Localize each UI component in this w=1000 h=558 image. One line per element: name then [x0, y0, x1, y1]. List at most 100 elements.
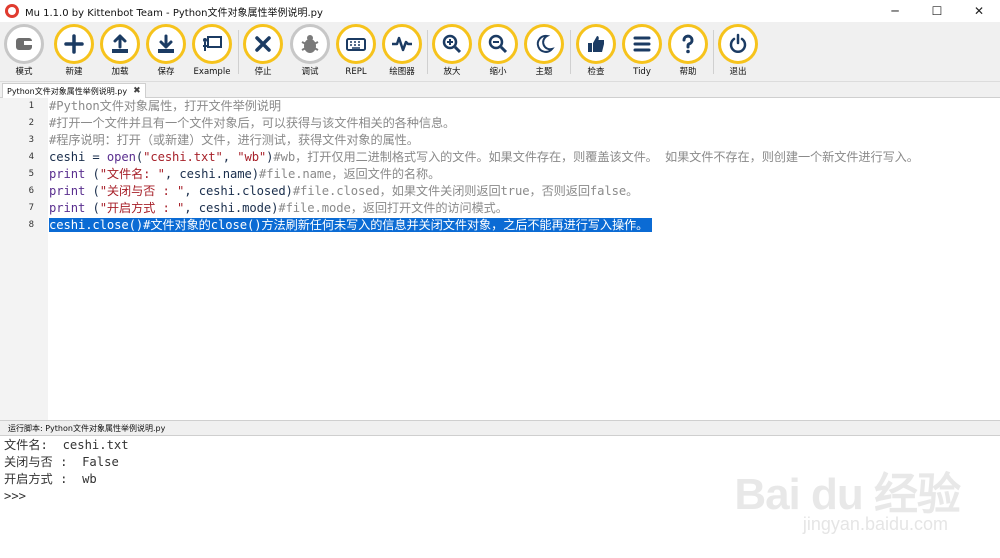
window-title: Mu 1.1.0 by Kittenbot Team - Python文件对象属…: [25, 7, 323, 19]
line-number: 8: [28, 220, 34, 230]
line-number: 6: [28, 186, 34, 196]
new-label: 新建: [65, 67, 83, 77]
line-number-gutter: 1 2 3 4 5 6 7 8: [0, 98, 48, 420]
code-token: , ceshi.mode): [184, 201, 279, 215]
code-token: #file.mode，返回打开文件的访问模式。: [278, 201, 508, 215]
power-icon: [718, 24, 758, 64]
file-tab[interactable]: Python文件对象属性举例说明.py ✖: [2, 83, 146, 98]
output-pane-header: 运行脚本: Python文件对象属性举例说明.py: [0, 420, 1000, 436]
code-token: (: [85, 201, 100, 215]
code-token: "开启方式 : ": [99, 201, 185, 215]
load-label: 加载: [111, 67, 129, 77]
code-token: , ceshi.closed): [184, 184, 293, 198]
quit-button[interactable]: 退出: [715, 24, 761, 80]
repl-button[interactable]: REPL: [333, 24, 379, 80]
code-token: ,: [222, 150, 238, 164]
code-line: ceshi = open("ceshi.txt", "wb")#wb，打开仅用二…: [49, 149, 919, 166]
selected-code-text: ceshi.close()#文件对象的close()方法刷新任何未写入的信息并关…: [49, 218, 653, 232]
close-window-button[interactable]: ✕: [958, 0, 1000, 22]
toolbar-divider: [570, 30, 571, 74]
code-token: open: [106, 150, 136, 164]
align-lines-icon: [622, 24, 662, 64]
maximize-button[interactable]: ☐: [916, 0, 958, 22]
debug-button[interactable]: 调试: [287, 24, 333, 80]
watermark-main: Bai du 经验: [734, 470, 961, 519]
check-label: 检查: [587, 67, 605, 77]
quit-label: 退出: [729, 67, 747, 77]
toolbar-divider: [238, 30, 239, 74]
stop-label: 停止: [254, 67, 272, 77]
title-bar: Mu 1.1.0 by Kittenbot Team - Python文件对象属…: [0, 0, 1000, 22]
code-token: (: [85, 184, 100, 198]
stop-button[interactable]: 停止: [240, 24, 286, 80]
plotter-button[interactable]: 绘图器: [379, 24, 425, 80]
code-token: #打开一个文件并且有一个文件对象后，可以获得与该文件相关的各种信息。: [49, 116, 456, 130]
help-button[interactable]: 帮助: [665, 24, 711, 80]
code-token: , ceshi.name): [164, 167, 259, 181]
baidu-watermark: Bai du 经验 jingyan.baidu.com: [700, 458, 961, 540]
code-token: print: [49, 167, 86, 181]
line-number: 4: [28, 152, 34, 162]
download-icon: [146, 24, 186, 64]
question-icon: [668, 24, 708, 64]
toolbar-divider: [713, 30, 714, 74]
plus-icon: [54, 24, 94, 64]
code-token: ceshi =: [49, 150, 107, 164]
code-line: print ("文件名: ", ceshi.name)#file.name，返回…: [49, 166, 440, 183]
code-token: #file.closed，如果文件关闭则返回true，否则返回false。: [292, 184, 639, 198]
code-line: #打开一个文件并且有一个文件对象后，可以获得与该文件相关的各种信息。: [49, 115, 455, 132]
line-number: 5: [28, 169, 34, 179]
bug-icon: [290, 24, 330, 64]
zoom-out-button[interactable]: 缩小: [475, 24, 521, 80]
code-line: print ("关闭与否 : ", ceshi.closed)#file.clo…: [49, 183, 638, 200]
check-button[interactable]: 检查: [573, 24, 619, 80]
moon-icon: [524, 24, 564, 64]
mode-button[interactable]: 模式: [1, 24, 47, 80]
code-token: "文件名: ": [99, 167, 165, 181]
plotter-label: 绘图器: [389, 67, 415, 77]
thumbs-up-icon: [576, 24, 616, 64]
line-number: 2: [28, 118, 34, 128]
code-line: print ("开启方式 : ", ceshi.mode)#file.mode，…: [49, 200, 508, 217]
save-button[interactable]: 保存: [143, 24, 189, 80]
theme-button[interactable]: 主题: [521, 24, 567, 80]
zoom-out-label: 缩小: [489, 67, 507, 77]
line-number: 7: [28, 203, 34, 213]
load-button[interactable]: 加载: [97, 24, 143, 80]
minimize-button[interactable]: ─: [874, 0, 916, 22]
watermark-sub: jingyan.baidu.com: [802, 514, 948, 534]
new-button[interactable]: 新建: [51, 24, 97, 80]
code-line: ceshi.close()#文件对象的close()方法刷新任何未写入的信息并关…: [49, 217, 653, 234]
code-token: #Python文件对象属性，打开文件举例说明: [49, 99, 281, 113]
zoom-in-label: 放大: [443, 67, 461, 77]
repl-label: REPL: [345, 67, 367, 77]
code-token: print: [49, 184, 86, 198]
pulse-icon: [382, 24, 422, 64]
tab-bar: Python文件对象属性举例说明.py ✖: [0, 82, 1000, 98]
example-button[interactable]: Example: [189, 24, 235, 80]
line-number: 3: [28, 135, 34, 145]
toolbar-divider: [427, 30, 428, 74]
tidy-button[interactable]: Tidy: [619, 24, 665, 80]
repl-prompt: >>>: [4, 489, 27, 503]
output-line: 文件名: ceshi.txt: [4, 438, 129, 452]
file-tab-label: Python文件对象属性举例说明.py: [7, 86, 128, 96]
output-pane[interactable]: Bai du 经验 jingyan.baidu.com 文件名: ceshi.t…: [0, 436, 1000, 558]
code-token: "关闭与否 : ": [99, 184, 185, 198]
save-label: 保存: [157, 67, 175, 77]
help-label: 帮助: [679, 67, 697, 77]
output-pane-title: 运行脚本: Python文件对象属性举例说明.py: [8, 423, 166, 433]
zoom-in-button[interactable]: 放大: [429, 24, 475, 80]
code-editor[interactable]: 1 2 3 4 5 6 7 8 #Python文件对象属性，打开文件举例说明 #打开一个文件并且…: [0, 98, 1000, 420]
close-x-icon: [243, 24, 283, 64]
code-token: #file.name，返回文件的名称。: [259, 167, 441, 181]
tab-close-icon[interactable]: ✖: [133, 86, 141, 96]
code-line: #Python文件对象属性，打开文件举例说明: [49, 98, 281, 115]
code-token: "ceshi.txt": [143, 150, 223, 164]
code-token: #wb，打开仅用二进制格式写入的文件。如果文件存在，则覆盖该文件。 如果文件不存…: [273, 150, 919, 164]
example-label: Example: [193, 67, 231, 77]
mode-label: 模式: [15, 67, 33, 77]
output-line: 开启方式 : wb: [4, 472, 97, 486]
presentation-icon: [192, 24, 232, 64]
mode-icon: [4, 24, 44, 64]
